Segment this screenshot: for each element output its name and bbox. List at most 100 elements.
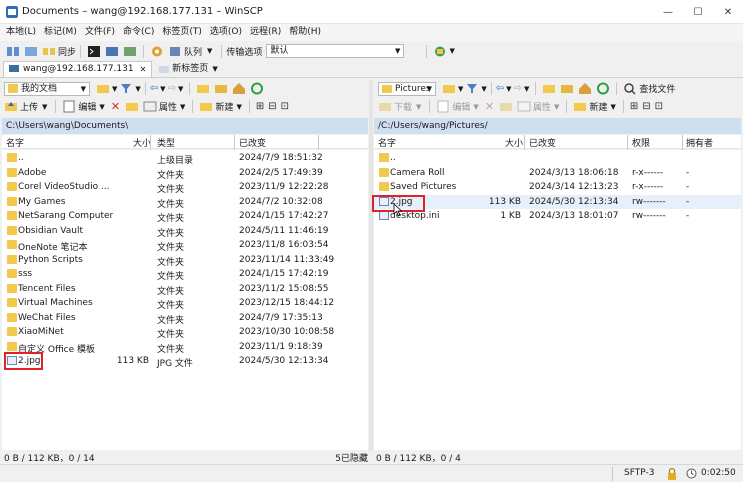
tab-new[interactable]: 新标签页 ▼	[154, 61, 222, 77]
invert-selection-icon[interactable]: ⊡	[655, 101, 663, 112]
forward-arrow-icon[interactable]: ⇨	[168, 83, 176, 94]
home-icon[interactable]	[232, 82, 246, 95]
unselect-icon[interactable]: ⊟	[268, 101, 276, 112]
tab-session[interactable]: wang@192.168.177.131 ✕	[3, 61, 153, 77]
refresh-icon[interactable]	[596, 82, 610, 95]
edit-icon[interactable]	[436, 100, 450, 113]
menu-commands[interactable]: 命令(C)	[119, 24, 158, 41]
chevron-down-icon[interactable]: ▼	[178, 85, 183, 93]
terminal-icon[interactable]	[87, 45, 101, 58]
right-location-select[interactable]: Pictures ▼	[378, 81, 436, 96]
pane-splitter[interactable]	[369, 80, 373, 450]
close-tab-icon[interactable]: ✕	[140, 62, 147, 77]
file-row[interactable]: Adobe 文件夹 2024/2/5 17:49:39	[2, 166, 368, 181]
delete-icon[interactable]: ✕	[111, 100, 120, 113]
find-files-icon[interactable]	[623, 82, 637, 95]
menu-local[interactable]: 本地(L)	[2, 24, 40, 41]
left-col-name[interactable]: 名字	[6, 136, 24, 149]
rename-icon[interactable]	[125, 100, 139, 113]
chevron-down-icon[interactable]: ▼	[180, 103, 185, 111]
file-row[interactable]: XiaoMiNet 文件夹 2023/10/30 10:08:58	[2, 325, 368, 340]
file-row[interactable]: Virtual Machines 文件夹 2023/12/15 18:44:12	[2, 296, 368, 311]
file-row[interactable]: NetSarang Computer 文件夹 2024/1/15 17:42:27	[2, 209, 368, 224]
chevron-down-icon[interactable]: ▼	[610, 103, 615, 111]
compare-icon[interactable]	[24, 45, 38, 58]
delete-icon[interactable]: ✕	[485, 100, 494, 113]
left-location-select[interactable]: 我的文档 ▼	[4, 81, 90, 96]
download-button[interactable]: 下载	[394, 100, 412, 113]
chevron-down-icon[interactable]: ▼	[506, 85, 511, 93]
select-all-icon[interactable]: ⊞	[256, 101, 264, 112]
earth-icon[interactable]	[433, 45, 447, 58]
root-dir-icon[interactable]	[214, 82, 228, 95]
file-row[interactable]: Tencent Files 文件夹 2023/11/2 15:08:55	[2, 282, 368, 297]
menu-tabs[interactable]: 标签页(T)	[158, 24, 206, 41]
parent-dir-icon[interactable]	[196, 82, 210, 95]
file-row[interactable]: ..	[374, 151, 741, 166]
transfer-options-select[interactable]: 默认 ▼	[266, 44, 405, 58]
parent-dir-icon[interactable]	[542, 82, 556, 95]
chevron-down-icon[interactable]: ▼	[458, 85, 463, 93]
find-files-button[interactable]: 查找文件	[639, 82, 675, 95]
chevron-down-icon[interactable]: ▼	[473, 103, 478, 111]
sync-browse-icon[interactable]	[6, 45, 20, 58]
left-col-modified[interactable]: 已改变	[239, 136, 266, 149]
new-button[interactable]: 新建	[589, 100, 607, 113]
edit-icon[interactable]	[62, 100, 76, 113]
refresh-icon[interactable]	[250, 82, 264, 95]
file-row[interactable]: sss 文件夹 2024/1/15 17:42:19	[2, 267, 368, 282]
sync-label[interactable]: 同步	[58, 45, 76, 58]
file-row[interactable]: Camera Roll 2024/3/13 18:06:18 r-x------ -	[374, 166, 741, 181]
filter-icon[interactable]	[119, 82, 133, 95]
right-col-permissions[interactable]: 权限	[632, 136, 650, 149]
left-col-type[interactable]: 类型	[157, 136, 175, 149]
chevron-down-icon[interactable]: ▼	[236, 103, 241, 111]
close-button[interactable]: ✕	[713, 0, 743, 24]
home-icon[interactable]	[578, 82, 592, 95]
file-row[interactable]: OneNote 笔记本 文件夹 2023/11/8 16:03:54	[2, 238, 368, 253]
right-col-size[interactable]: 大小	[505, 136, 523, 149]
file-row[interactable]: Saved Pictures 2024/3/14 12:13:23 r-x-----…	[374, 180, 741, 195]
putty-icon[interactable]	[105, 45, 119, 58]
file-row[interactable]: Obsidian Vault 文件夹 2024/5/11 11:46:19	[2, 224, 368, 239]
root-dir-icon[interactable]	[560, 82, 574, 95]
new-folder-icon[interactable]	[199, 100, 213, 113]
chevron-down-icon[interactable]: ▼	[42, 103, 47, 111]
chevron-down-icon[interactable]: ▼	[449, 47, 454, 55]
queue-icon[interactable]	[168, 45, 182, 58]
open-folder-icon[interactable]	[442, 82, 456, 95]
menu-remote[interactable]: 远程(R)	[246, 24, 285, 41]
download-icon[interactable]	[378, 100, 392, 113]
back-arrow-icon[interactable]: ⇦	[496, 83, 504, 94]
right-col-name[interactable]: 名字	[378, 136, 396, 149]
properties-button[interactable]: 属性	[159, 100, 177, 113]
chevron-down-icon[interactable]: ▼	[416, 103, 421, 111]
right-col-modified[interactable]: 已改变	[529, 136, 556, 149]
properties-icon[interactable]	[143, 100, 157, 113]
menu-options[interactable]: 选项(O)	[206, 24, 246, 41]
left-file-list[interactable]: .. 上级目录 2024/7/9 18:51:32 Adobe 文件夹 2024/2/5 …	[2, 150, 368, 450]
upload-icon[interactable]	[4, 100, 18, 113]
forward-arrow-icon[interactable]: ⇨	[514, 83, 522, 94]
new-button[interactable]: 新建	[215, 100, 233, 113]
file-row[interactable]: 2.jpg 113 KB 2024/5/30 12:13:34 rw------- -	[374, 194, 741, 209]
chevron-down-icon[interactable]: ▼	[160, 85, 165, 93]
chevron-down-icon[interactable]: ▼	[135, 85, 140, 93]
filter-icon[interactable]	[465, 82, 479, 95]
minimize-button[interactable]: —	[653, 0, 683, 24]
menu-help[interactable]: 帮助(H)	[285, 24, 325, 41]
open-folder-icon[interactable]	[96, 82, 110, 95]
chevron-down-icon[interactable]: ▼	[524, 85, 529, 93]
chevron-down-icon[interactable]: ▼	[112, 85, 117, 93]
file-row[interactable]: WeChat Files 文件夹 2024/7/9 17:35:13	[2, 311, 368, 326]
file-row[interactable]: 2.jpg 113 KB JPG 文件 2024/5/30 12:13:34	[2, 354, 368, 369]
preferences-icon[interactable]	[123, 45, 137, 58]
new-folder-icon[interactable]	[573, 100, 587, 113]
queue-button[interactable]: 队列	[184, 45, 202, 58]
file-row[interactable]: Corel VideoStudio ... 文件夹 2023/11/9 12:22:…	[2, 180, 368, 195]
chevron-down-icon[interactable]: ▼	[481, 85, 486, 93]
properties-button[interactable]: 属性	[533, 100, 551, 113]
synchronize-icon[interactable]	[42, 45, 56, 58]
edit-button[interactable]: 编辑	[452, 100, 470, 113]
maximize-button[interactable]: ☐	[683, 0, 713, 24]
